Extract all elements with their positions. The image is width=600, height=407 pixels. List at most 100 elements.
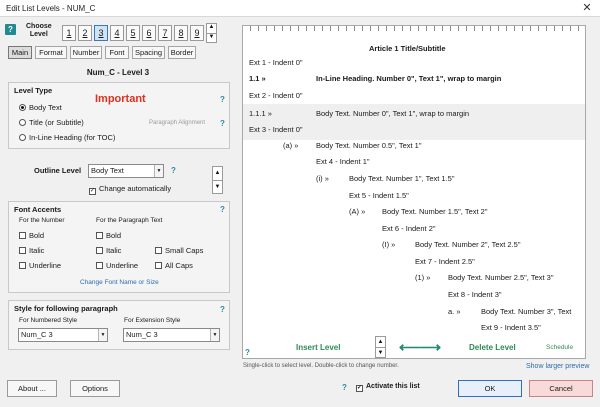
text-underline-checkbox[interactable]: Underline: [96, 261, 138, 270]
radio-body-text[interactable]: Body Text: [19, 103, 62, 112]
preview-title[interactable]: Article 1 Title/Subtitle: [369, 44, 446, 53]
chevron-down-icon[interactable]: ▼: [98, 329, 107, 341]
style-help-icon[interactable]: ?: [220, 305, 225, 314]
tab-main[interactable]: Main: [8, 46, 32, 59]
style-following-title: Style for following paragraph: [14, 304, 118, 313]
numbered-style-label: For Numbered Style: [19, 317, 78, 324]
spin-down-icon[interactable]: ▼: [213, 180, 222, 193]
radio-icon: [19, 134, 26, 141]
level-button-2[interactable]: 2: [78, 25, 92, 41]
level-button-7[interactable]: 7: [158, 25, 172, 41]
options-button[interactable]: Options: [70, 380, 120, 397]
preview-row[interactable]: Ext 5 - Indent 1.5": [349, 191, 409, 200]
outline-level-select[interactable]: Body Text ▼: [88, 164, 164, 178]
move-level-arrows-icon[interactable]: ⟵⟶: [399, 340, 441, 355]
help-icon[interactable]: ?: [5, 24, 16, 35]
preview-row-number[interactable]: (A) »: [349, 207, 365, 216]
preview-row[interactable]: Ext 3 - Indent 0": [249, 125, 303, 134]
preview-row-number[interactable]: a. »: [448, 307, 461, 316]
preview-row[interactable]: Ext 8 - Indent 3": [448, 290, 502, 299]
outline-help-icon[interactable]: ?: [171, 166, 176, 175]
preview-hint: Single-click to select level. Double-cli…: [243, 363, 399, 369]
extension-style-select[interactable]: Num_C 3 ▼: [123, 328, 220, 342]
ruler: [243, 26, 585, 36]
checkmark-icon: ✓: [356, 385, 363, 392]
preview-row[interactable]: Body Text. Number 3", Text: [481, 307, 571, 316]
level-heading: Num_C - Level 3: [86, 68, 150, 77]
preview-row[interactable]: Body Text. Number 2", Text 2.5": [415, 240, 521, 249]
level-type-help-icon[interactable]: ?: [220, 95, 225, 104]
spin-down-icon[interactable]: ▼: [376, 347, 385, 357]
level-button-5[interactable]: 5: [126, 25, 140, 41]
cancel-button[interactable]: Cancel: [529, 380, 593, 397]
spin-up-icon[interactable]: ▲: [207, 24, 216, 33]
radio-title-subtitle[interactable]: Title (or Subtitle): [19, 118, 84, 127]
preview-row-number[interactable]: 1.1.1 »: [249, 109, 272, 118]
preview-row[interactable]: Ext 1 - Indent 0": [249, 58, 303, 67]
small-caps-checkbox[interactable]: Small Caps: [155, 246, 203, 255]
tab-border[interactable]: Border: [168, 46, 196, 59]
preview-row[interactable]: Body Text. Number 0", Text 1", wrap to m…: [316, 109, 469, 118]
level-button-9[interactable]: 9: [190, 25, 204, 41]
delete-level-button[interactable]: Delete Level: [469, 343, 516, 352]
tab-spacing[interactable]: Spacing: [132, 46, 165, 59]
spin-down-icon[interactable]: ▼: [207, 33, 216, 42]
preview-row[interactable]: Body Text. Number 1.5", Text 2": [382, 207, 488, 216]
preview-row[interactable]: Ext 7 - Indent 2.5": [415, 257, 475, 266]
level-spinner[interactable]: ▲ ▼: [206, 23, 217, 43]
outline-spinner[interactable]: ▲ ▼: [212, 166, 223, 194]
preview-row[interactable]: Body Text. Number 1", Text 1.5": [349, 174, 455, 183]
chevron-down-icon[interactable]: ▼: [154, 165, 163, 177]
window-title: Edit List Levels - NUM_C: [6, 4, 96, 13]
ok-button[interactable]: OK: [458, 380, 522, 397]
schedule-link[interactable]: Schedule: [546, 344, 573, 351]
level-button-6[interactable]: 6: [142, 25, 156, 41]
all-caps-checkbox[interactable]: All Caps: [155, 261, 193, 270]
radio-selected-icon: [19, 104, 26, 111]
preview-row[interactable]: Body Text. Number 2.5", Text 3": [448, 273, 554, 282]
spin-up-icon[interactable]: ▲: [213, 167, 222, 180]
preview-spinner[interactable]: ▲ ▼: [375, 336, 386, 358]
level-button-3[interactable]: 3: [94, 25, 108, 41]
preview-help-icon[interactable]: ?: [245, 348, 250, 357]
spin-up-icon[interactable]: ▲: [376, 337, 385, 347]
preview-row-number[interactable]: (a) »: [283, 141, 298, 150]
level-button-1[interactable]: 1: [62, 25, 76, 41]
preview-row[interactable]: Ext 4 - Indent 1": [316, 157, 370, 166]
preview-row-number[interactable]: (i) »: [316, 174, 329, 183]
level-button-4[interactable]: 4: [110, 25, 124, 41]
change-automatically-checkbox[interactable]: ✓ Change automatically: [89, 184, 171, 195]
preview-row[interactable]: In-Line Heading. Number 0", Text 1", wra…: [316, 74, 501, 83]
preview-row-number[interactable]: (I) »: [382, 240, 395, 249]
tab-format[interactable]: Format: [35, 46, 67, 59]
outline-level-label: Outline Level: [34, 166, 82, 175]
chevron-down-icon[interactable]: ▼: [210, 329, 219, 341]
activate-list-checkbox[interactable]: ✓ Activate this list: [356, 383, 420, 392]
number-underline-checkbox[interactable]: Underline: [19, 261, 61, 270]
change-font-link[interactable]: Change Font Name or Size: [80, 279, 159, 286]
preview-row[interactable]: Ext 2 - Indent 0": [249, 91, 303, 100]
tab-font[interactable]: Font: [105, 46, 129, 59]
level-button-8[interactable]: 8: [174, 25, 188, 41]
number-bold-checkbox[interactable]: Bold: [19, 231, 44, 240]
numbered-style-select[interactable]: Num_C 3 ▼: [18, 328, 108, 342]
number-italic-checkbox[interactable]: Italic: [19, 246, 44, 255]
tab-number[interactable]: Number: [70, 46, 102, 59]
radio-inline-heading[interactable]: In-Line Heading (for TOC): [19, 133, 115, 142]
show-larger-preview-link[interactable]: Show larger preview: [526, 363, 589, 370]
text-italic-checkbox[interactable]: Italic: [96, 246, 121, 255]
preview-row[interactable]: Ext 6 - Indent 2": [382, 224, 436, 233]
close-icon[interactable]: ✕: [580, 1, 594, 14]
preview-row[interactable]: Ext 9 - Indent 3.5": [481, 323, 541, 332]
choose-level-label: Choose Level: [26, 23, 52, 38]
alignment-help-icon[interactable]: ?: [220, 119, 225, 128]
preview-row-number[interactable]: 1.1 »: [249, 74, 266, 83]
insert-level-button[interactable]: Insert Level: [296, 343, 340, 352]
font-accents-help-icon[interactable]: ?: [220, 205, 225, 214]
preview-row[interactable]: Body Text. Number 0.5", Text 1": [316, 141, 422, 150]
activate-help-icon[interactable]: ?: [342, 383, 347, 392]
about-button[interactable]: About ...: [7, 380, 57, 397]
preview-row-number[interactable]: (1) »: [415, 273, 430, 282]
preview-pane[interactable]: Article 1 Title/Subtitle Ext 1 - Indent …: [242, 25, 586, 359]
text-bold-checkbox[interactable]: Bold: [96, 231, 121, 240]
